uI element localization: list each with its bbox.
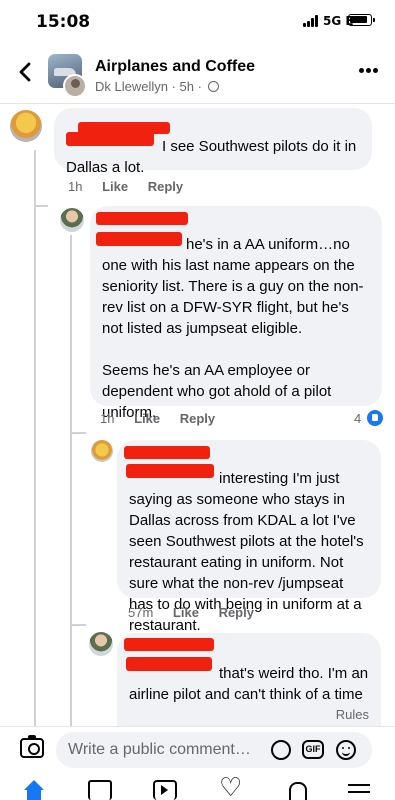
bottom-tab-bar xyxy=(0,772,395,800)
status-time: 15:08 xyxy=(36,12,91,32)
redaction xyxy=(96,232,182,246)
gif-icon[interactable]: GIF xyxy=(302,740,324,759)
like-reaction-icon xyxy=(366,410,383,426)
group-name[interactable]: Airplanes and Coffee xyxy=(95,58,255,76)
thread-line xyxy=(70,235,72,755)
reply-button[interactable]: Reply xyxy=(219,605,254,620)
back-button[interactable] xyxy=(14,58,38,86)
reaction-count: 4 xyxy=(354,411,362,426)
reaction-summary[interactable]: 4 xyxy=(354,410,383,426)
video-icon[interactable] xyxy=(153,780,177,800)
thread-line xyxy=(70,624,86,626)
rules-link[interactable]: Rules xyxy=(336,707,369,722)
comment-actions: 57m Like Reply xyxy=(128,605,270,620)
commenter-avatar[interactable] xyxy=(60,208,84,232)
comment-time: 1h xyxy=(100,411,115,426)
home-icon[interactable] xyxy=(22,780,46,800)
author-avatar[interactable] xyxy=(63,74,87,98)
redaction xyxy=(96,212,188,225)
more-options-button[interactable] xyxy=(359,68,379,74)
menu-icon[interactable] xyxy=(348,780,372,800)
like-button[interactable]: Like xyxy=(173,605,199,620)
thread-line xyxy=(34,150,36,750)
comment-time: 1h xyxy=(68,179,83,194)
dating-icon[interactable] xyxy=(219,774,243,800)
redaction xyxy=(124,446,210,459)
battery-icon xyxy=(348,14,375,26)
marketplace-icon[interactable] xyxy=(88,780,112,800)
signal-icon xyxy=(303,15,321,27)
commenter-avatar[interactable] xyxy=(91,440,113,462)
status-bar: 15:08 5G E xyxy=(0,0,395,44)
camera-icon[interactable] xyxy=(20,735,44,758)
sticker-icon[interactable] xyxy=(271,740,291,760)
emoji-icon[interactable] xyxy=(336,740,356,760)
like-button[interactable]: Like xyxy=(102,179,128,194)
redaction xyxy=(126,657,212,671)
post-meta-text: Dk Llewellyn · 5h · xyxy=(95,79,202,94)
reply-button[interactable]: Reply xyxy=(148,179,183,194)
post-meta[interactable]: Dk Llewellyn · 5h · xyxy=(95,79,219,94)
like-button[interactable]: Like xyxy=(134,411,160,426)
thread-line xyxy=(70,432,86,434)
comment-composer: Write a public comment… GIF xyxy=(0,726,395,772)
redaction xyxy=(66,132,154,146)
commenter-avatar[interactable] xyxy=(89,632,113,656)
reply-button[interactable]: Reply xyxy=(180,411,215,426)
comment-actions: 1h Like Reply xyxy=(68,179,199,194)
post-header: Airplanes and Coffee Dk Llewellyn · 5h · xyxy=(0,44,395,104)
thread-line xyxy=(34,205,48,207)
comment-text: he's in a AA uniform…no one with his las… xyxy=(102,236,364,337)
chevron-left-icon xyxy=(19,62,31,82)
redaction xyxy=(126,464,214,478)
bell-icon[interactable] xyxy=(285,780,309,800)
commenter-avatar[interactable] xyxy=(10,110,42,142)
comment-input[interactable]: Write a public comment… GIF xyxy=(56,732,372,768)
comment-actions: 1h Like Reply xyxy=(100,411,231,426)
comment-time: 57m xyxy=(128,605,154,620)
comment-placeholder: Write a public comment… xyxy=(68,741,251,758)
redaction xyxy=(124,638,214,651)
globe-icon xyxy=(207,81,219,92)
